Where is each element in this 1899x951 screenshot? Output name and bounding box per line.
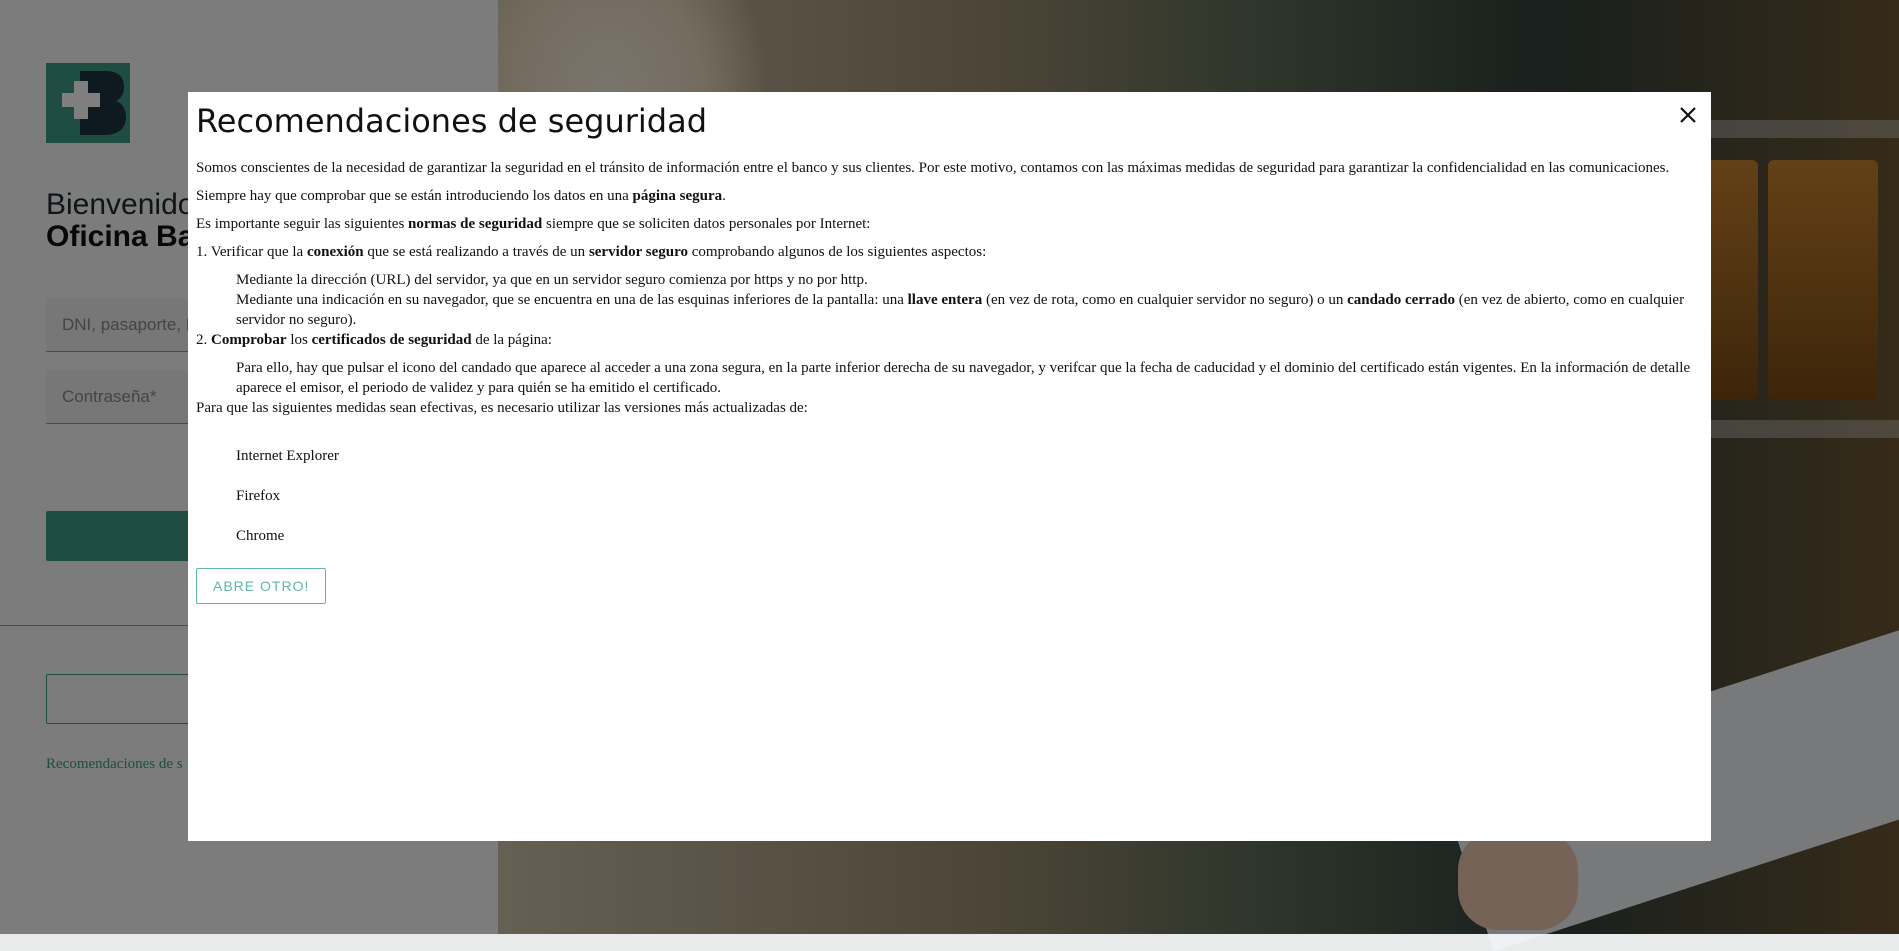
text-span: siempre que se soliciten datos personale…: [542, 216, 871, 232]
browser-item-chrome: Chrome: [236, 528, 285, 544]
emphasis-text: candado cerrado: [1347, 292, 1455, 308]
emphasis-text: normas de seguridad: [408, 216, 543, 232]
browser-item-firefox: Firefox: [236, 488, 281, 504]
rule-item-1: 1. Verificar que la conexión que se está…: [196, 242, 1703, 262]
emphasis-text: llave entera: [907, 292, 983, 308]
modal-body: Somos conscientes de la necesidad de gar…: [196, 158, 1703, 604]
secure-page-paragraph: Siempre hay que comprobar que se están i…: [196, 186, 1703, 206]
text-span: comprobando algunos de los siguientes as…: [687, 244, 987, 260]
text-span: .: [722, 188, 726, 204]
text-span: los: [286, 332, 312, 348]
text-span: Es importante seguir las siguientes: [196, 216, 409, 232]
text-span: de la página:: [471, 332, 552, 348]
url-check-text: Mediante la dirección (URL) del servidor…: [236, 272, 868, 288]
emphasis-text: conexión: [306, 244, 364, 260]
text-span: Siempre hay que comprobar que se están i…: [196, 188, 633, 204]
rule-item-2: 2. Comprobar los certificados de segurid…: [196, 330, 1703, 350]
security-modal: Recomendaciones de seguridad Somos consc…: [188, 92, 1711, 841]
certificate-check-text: Para ello, hay que pulsar el icono del c…: [236, 360, 1691, 396]
browser-list: Internet Explorer Firefox Chrome: [196, 446, 1703, 546]
rule-item-1-details: Mediante la dirección (URL) del servidor…: [196, 270, 1703, 330]
text-span: 1. Verificar que la: [196, 244, 307, 260]
modal-title: Recomendaciones de seguridad: [196, 102, 707, 140]
open-another-button[interactable]: ABRE OTRO!: [196, 568, 327, 604]
rules-paragraph: Es importante seguir las siguientes norm…: [196, 214, 1703, 234]
text-span: que se está realizando a través de un: [363, 244, 589, 260]
emphasis-text: Comprobar: [211, 332, 287, 348]
intro-paragraph: Somos conscientes de la necesidad de gar…: [196, 160, 1670, 176]
emphasis-text: página segura: [632, 188, 723, 204]
text-span: (en vez de rota, como en cualquier servi…: [982, 292, 1348, 308]
close-icon[interactable]: [1675, 102, 1701, 128]
browser-indicator-text: Mediante una indicación en su navegador,…: [236, 290, 1703, 330]
emphasis-text: certificados de seguridad: [311, 332, 472, 348]
text-span: Mediante una indicación en su navegador,…: [236, 292, 908, 308]
browser-item-internet-explorer: Internet Explorer: [236, 448, 339, 464]
emphasis-text: servidor seguro: [588, 244, 688, 260]
browsers-intro: Para que las siguientes medidas sean efe…: [196, 400, 808, 416]
text-span: 2.: [196, 332, 211, 348]
rule-item-2-details: Para ello, hay que pulsar el icono del c…: [196, 358, 1703, 398]
